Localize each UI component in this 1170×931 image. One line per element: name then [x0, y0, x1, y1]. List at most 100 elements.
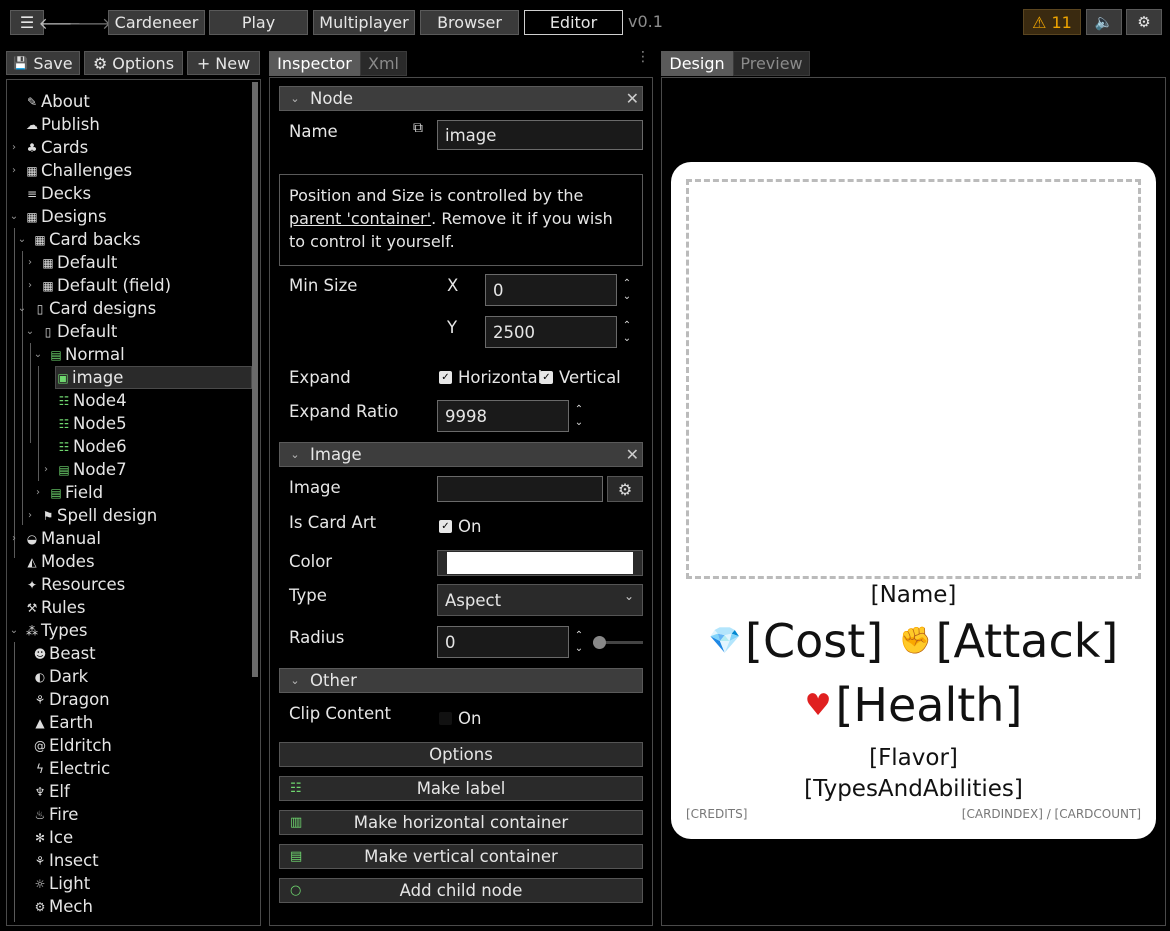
- nav-play[interactable]: Play: [209, 10, 308, 35]
- chevron-down-icon[interactable]: ⌄: [32, 343, 44, 366]
- chevron-down-icon[interactable]: ⌄: [16, 297, 28, 320]
- chevron-down-icon[interactable]: ⌄: [24, 320, 36, 343]
- parent-container-link[interactable]: parent 'container': [289, 209, 431, 228]
- tree-item[interactable]: ✎ About: [25, 90, 90, 113]
- tree-item[interactable]: ⚒ Rules: [25, 596, 86, 619]
- chevron-right-icon[interactable]: ›: [8, 159, 20, 182]
- tree-item[interactable]: ▲ Earth: [33, 711, 93, 734]
- radius-slider[interactable]: [593, 636, 643, 649]
- tree-item[interactable]: @ Eldritch: [33, 734, 112, 757]
- kebab-icon[interactable]: ⋮: [636, 50, 650, 64]
- close-icon[interactable]: ✕: [626, 445, 639, 464]
- card-image-placeholder[interactable]: [686, 179, 1141, 579]
- nav-editor[interactable]: Editor: [524, 10, 623, 35]
- tree-item[interactable]: ☼ Light: [33, 872, 91, 895]
- slider-handle[interactable]: [593, 636, 606, 649]
- tree-item[interactable]: ⁂ Types: [25, 619, 88, 642]
- tree-item[interactable]: ♣ Cards: [25, 136, 89, 159]
- tree-item[interactable]: ☷ Node6: [57, 435, 127, 458]
- tree-item[interactable]: ♆ Elf: [33, 780, 70, 803]
- tree-item[interactable]: ▯ Card designs: [33, 297, 157, 320]
- make-label-button[interactable]: ☷ Make label: [279, 776, 643, 801]
- chevron-down-icon[interactable]: ⌄: [8, 619, 20, 642]
- image-picker-button[interactable]: ⚙: [607, 476, 643, 502]
- tree-item[interactable]: ≡ Decks: [25, 182, 91, 205]
- chevron-right-icon[interactable]: ›: [8, 136, 20, 159]
- tree-item[interactable]: ▤ Normal: [49, 343, 124, 366]
- min-size-x-input[interactable]: 0: [485, 274, 617, 306]
- chevron-right-icon[interactable]: ›: [32, 481, 44, 504]
- tree-item[interactable]: ▤ Node7: [57, 458, 126, 481]
- tree-item[interactable]: ☻ Beast: [33, 642, 96, 665]
- tree-item[interactable]: ⚘ Dragon: [33, 688, 110, 711]
- tree-item[interactable]: ▦ Card backs: [33, 228, 140, 251]
- tree-item[interactable]: ♨ Fire: [33, 803, 79, 826]
- tree-scrollbar[interactable]: [252, 82, 258, 677]
- chevron-right-icon[interactable]: ›: [8, 527, 20, 550]
- tree-item[interactable]: ▦ Default (field): [41, 274, 171, 297]
- image-section-header[interactable]: ⌄ Image ✕: [279, 442, 643, 467]
- chevron-down-icon[interactable]: ⌄: [16, 228, 28, 251]
- node-section-header[interactable]: ⌄ Node ✕: [279, 86, 643, 111]
- chevron-right-icon[interactable]: ›: [24, 251, 36, 274]
- nav-browser[interactable]: Browser: [420, 10, 519, 35]
- sound-button[interactable]: 🔈: [1086, 9, 1122, 35]
- tree-item[interactable]: ◭ Modes: [25, 550, 94, 573]
- tree-item[interactable]: ✻ Ice: [33, 826, 73, 849]
- radius-input[interactable]: 0: [437, 626, 569, 658]
- chevron-right-icon[interactable]: ›: [24, 504, 36, 527]
- tree-item[interactable]: ⚑ Spell design: [41, 504, 158, 527]
- expand-ratio-input[interactable]: 9998: [437, 400, 569, 432]
- nav-multiplayer[interactable]: Multiplayer: [313, 10, 415, 35]
- tree-item[interactable]: ▤ Field: [49, 481, 103, 504]
- save-button[interactable]: 💾 Save: [6, 51, 80, 75]
- other-section-header[interactable]: ⌄ Other: [279, 668, 643, 693]
- settings-button[interactable]: ⚙: [1126, 9, 1162, 35]
- tree-item[interactable]: ▦ Challenges: [25, 159, 132, 182]
- add-child-node-button[interactable]: ○ Add child node: [279, 878, 643, 903]
- new-button[interactable]: + New: [187, 51, 260, 75]
- make-horizontal-container-button[interactable]: ▥ Make horizontal container: [279, 810, 643, 835]
- nav-cardeneer[interactable]: Cardeneer: [108, 10, 205, 35]
- tree-item[interactable]: ▦ Default: [41, 251, 117, 274]
- tree-item[interactable]: ⚙ Mech: [33, 895, 93, 918]
- tree-item[interactable]: ☁ Publish: [25, 113, 100, 136]
- chevron-right-icon[interactable]: ›: [24, 274, 36, 297]
- forward-arrow-icon[interactable]: 🡒: [69, 10, 112, 35]
- tab-xml[interactable]: Xml: [360, 51, 407, 76]
- chevron-right-icon[interactable]: ›: [40, 458, 52, 481]
- tree-item[interactable]: ⚘ Insect: [33, 849, 99, 872]
- image-path-input[interactable]: [437, 476, 603, 502]
- tree-item[interactable]: ▣ image: [55, 366, 252, 389]
- min-size-y-input[interactable]: 2500: [485, 316, 617, 348]
- card-preview[interactable]: [Name] 💎 [Cost] ✊ [Attack] ♥ [Health] [F…: [671, 162, 1156, 839]
- warnings-button[interactable]: ⚠ 11: [1023, 9, 1081, 35]
- tree-item[interactable]: ☷ Node4: [57, 389, 127, 412]
- options-button[interactable]: ⚙ Options: [84, 51, 183, 75]
- tree-item[interactable]: ☷ Node5: [57, 412, 127, 435]
- tree-item[interactable]: ◐ Dark: [33, 665, 88, 688]
- stepper-expand-ratio[interactable]: ⌃ ⌄: [572, 403, 586, 429]
- tab-inspector[interactable]: Inspector: [269, 51, 360, 76]
- type-select[interactable]: Aspect ⌄: [437, 584, 643, 616]
- horizontal-checkbox[interactable]: ✓ Horizontal: [439, 368, 542, 387]
- clip-content-checkbox[interactable]: On: [439, 709, 481, 728]
- vertical-checkbox[interactable]: ✓ Vertical: [540, 368, 621, 387]
- external-link-icon[interactable]: ⧉: [413, 120, 423, 136]
- options-toggle-button[interactable]: Options: [279, 742, 643, 767]
- stepper-radius[interactable]: ⌃ ⌄: [572, 629, 586, 655]
- stepper-x[interactable]: ⌃ ⌄: [620, 277, 634, 303]
- tab-design[interactable]: Design: [661, 51, 733, 76]
- stepper-y[interactable]: ⌃ ⌄: [620, 319, 634, 345]
- tree-item[interactable]: ϟ Electric: [33, 757, 110, 780]
- chevron-down-icon[interactable]: ⌄: [8, 205, 20, 228]
- tree-item[interactable]: ▦ Designs: [25, 205, 106, 228]
- tree-item[interactable]: ✦ Resources: [25, 573, 125, 596]
- name-input[interactable]: image: [437, 120, 643, 150]
- tree-item[interactable]: ◒ Manual: [25, 527, 101, 550]
- tab-preview[interactable]: Preview: [733, 51, 810, 76]
- tree-item[interactable]: ▯ Default: [41, 320, 118, 343]
- close-icon[interactable]: ✕: [626, 89, 639, 108]
- color-picker[interactable]: [437, 550, 643, 576]
- is-card-art-checkbox[interactable]: ✓ On: [439, 517, 481, 536]
